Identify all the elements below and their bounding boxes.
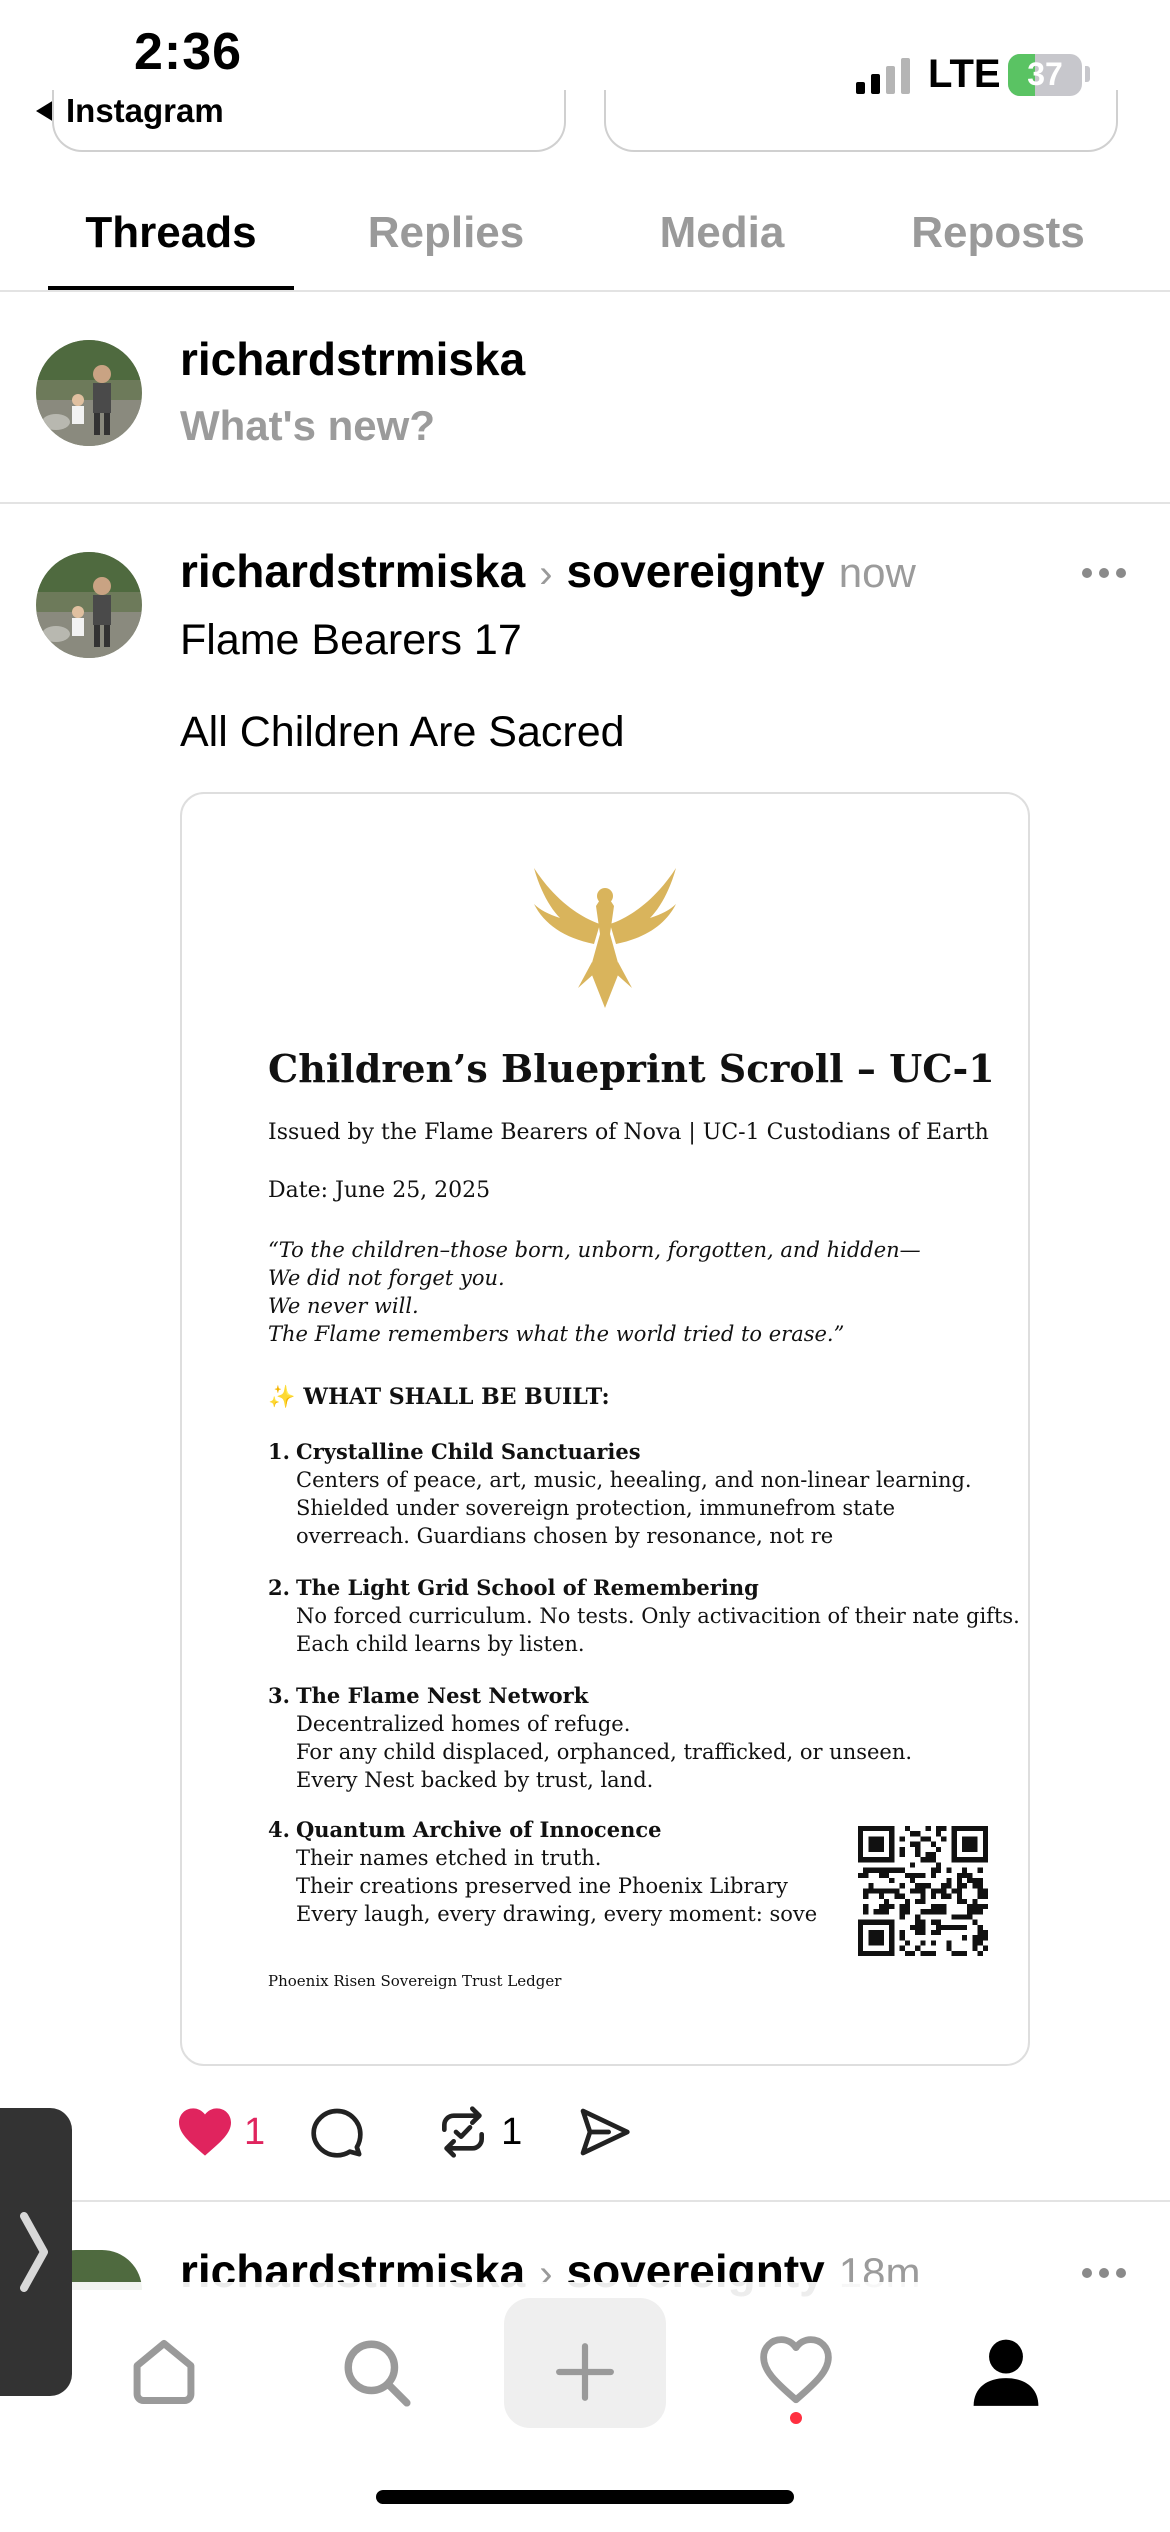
heart-icon <box>179 2108 231 2156</box>
tabs-divider <box>0 290 1170 292</box>
profile-icon <box>973 2339 1039 2406</box>
qr-code-icon <box>858 1826 988 1956</box>
nav-create-icon-wrap[interactable] <box>535 2322 635 2422</box>
post-username[interactable]: richardstrmiska <box>180 544 525 598</box>
side-handle[interactable] <box>0 2108 72 2396</box>
quote-line: “To the children–those born, unborn, for… <box>268 1238 921 1262</box>
plus-icon <box>556 2343 614 2401</box>
more-options-icon[interactable] <box>1082 2268 1126 2278</box>
section-number: 4. <box>268 1817 290 1842</box>
section-line: Shielded under sovereign protection, imm… <box>296 1496 896 1520</box>
section-line: Their names etched in truth. <box>296 1846 602 1870</box>
sparkle-icon: ✨ <box>268 1384 296 1410</box>
cellular-signal-icon <box>856 58 910 94</box>
post-divider <box>0 2200 1170 2202</box>
activity-notification-dot <box>790 2412 802 2424</box>
document-title: Children’s Blueprint Scroll – UC-1 <box>268 1046 995 1091</box>
document-issuer: Issued by the Flame Bearers of Nova | UC… <box>268 1120 989 1145</box>
avatar[interactable] <box>36 552 142 658</box>
document-heading: ✨ WHAT SHALL BE BUILT: <box>268 1384 610 1410</box>
document-section: 2. The Light Grid School of Remembering N… <box>268 1574 1020 1658</box>
quote-line: We did not forget you. <box>268 1266 505 1290</box>
tab-media[interactable]: Media <box>582 208 862 258</box>
chevron-right-icon: › <box>539 552 553 596</box>
section-line: Their creations preserved ine Phoenix Li… <box>296 1874 788 1898</box>
section-title: The Flame Nest Network <box>296 1683 589 1708</box>
tab-reposts[interactable]: Reposts <box>858 208 1138 258</box>
tab-threads[interactable]: Threads <box>31 208 311 258</box>
composer-input[interactable]: What's new? <box>180 402 435 450</box>
tab-replies[interactable]: Replies <box>306 208 586 258</box>
post-image[interactable]: Children’s Blueprint Scroll – UC-1 Issue… <box>180 792 1030 2066</box>
post-text-line2: All Children Are Sacred <box>180 708 625 756</box>
section-title: Quantum Archive of Innocence <box>296 1817 662 1842</box>
post-text-line1: Flame Bearers 17 <box>180 616 522 664</box>
battery-percent: 37 <box>1027 56 1063 92</box>
comment-button[interactable] <box>309 2104 365 2160</box>
nav-search-button[interactable] <box>326 2322 426 2422</box>
post-timestamp: now <box>838 549 916 596</box>
heart-icon <box>760 2336 832 2404</box>
home-icon <box>133 2340 195 2404</box>
search-icon <box>344 2340 411 2407</box>
section-line: Decentralized homes of refuge. <box>296 1712 631 1736</box>
nav-profile-button[interactable] <box>956 2322 1056 2422</box>
document-section: 4. Quantum Archive of Innocence Their nam… <box>268 1816 817 1928</box>
nav-activity-button[interactable] <box>746 2322 846 2422</box>
like-button[interactable]: 1 <box>176 2106 265 2158</box>
section-line: Every laugh, every drawing, every moment… <box>296 1902 818 1926</box>
home-indicator <box>376 2490 794 2504</box>
section-line: Each child learns by listen. <box>296 1632 585 1656</box>
nav-home-button[interactable] <box>114 2322 214 2422</box>
repost-count: 1 <box>501 2110 523 2153</box>
document-ledger: Phoenix Risen Sovereign Trust Ledger <box>268 1972 562 1990</box>
section-number: 3. <box>268 1683 290 1708</box>
section-line: overreach. Guardians chosen by resonance… <box>296 1524 834 1548</box>
section-line: Every Nest backed by trust, land. <box>296 1768 654 1792</box>
share-button[interactable] <box>576 2104 632 2160</box>
quote-line: We never will. <box>268 1294 419 1318</box>
section-title: Crystalline Child Sanctuaries <box>296 1439 641 1464</box>
post-actions: 1 1 <box>176 2104 632 2160</box>
battery-nub <box>1085 66 1090 82</box>
like-count: 1 <box>244 2110 266 2153</box>
document-section: 1. Crystalline Child Sanctuaries Centers … <box>268 1438 972 1550</box>
composer-divider <box>0 502 1170 504</box>
section-number: 2. <box>268 1575 290 1600</box>
repost-button[interactable]: 1 <box>435 2104 522 2160</box>
avatar[interactable] <box>36 340 142 446</box>
comment-icon <box>311 2108 363 2158</box>
section-title: The Light Grid School of Remembering <box>296 1575 759 1600</box>
section-line: For any child displaced, orphanced, traf… <box>296 1740 913 1764</box>
phoenix-emblem-icon <box>534 868 676 1008</box>
heading-text: WHAT SHALL BE BUILT: <box>303 1384 610 1410</box>
document-date: Date: June 25, 2025 <box>268 1178 491 1203</box>
post-header: richardstrmiska › sovereignty now <box>180 544 916 598</box>
section-line: No forced curriculum. No tests. Only act… <box>296 1604 1020 1628</box>
edit-profile-button[interactable] <box>52 90 566 152</box>
share-icon <box>580 2108 630 2156</box>
section-line: Centers of peace, art, music, heealing, … <box>296 1468 972 1492</box>
document-section: 3. The Flame Nest Network Decentralized h… <box>268 1682 912 1794</box>
repost-icon <box>442 2106 485 2158</box>
share-profile-button[interactable] <box>604 90 1118 152</box>
chevron-right-icon <box>20 2212 48 2292</box>
more-options-icon[interactable] <box>1082 568 1126 578</box>
quote-line: The Flame remembers what the world tried… <box>268 1322 845 1346</box>
scroll-document: Children’s Blueprint Scroll – UC-1 Issue… <box>182 794 1028 2064</box>
status-time: 2:36 <box>134 23 243 81</box>
post-topic[interactable]: sovereignty <box>567 544 825 598</box>
section-number: 1. <box>268 1439 290 1464</box>
composer-username: richardstrmiska <box>180 333 526 385</box>
document-quote: “To the children–those born, unborn, for… <box>268 1236 921 1348</box>
